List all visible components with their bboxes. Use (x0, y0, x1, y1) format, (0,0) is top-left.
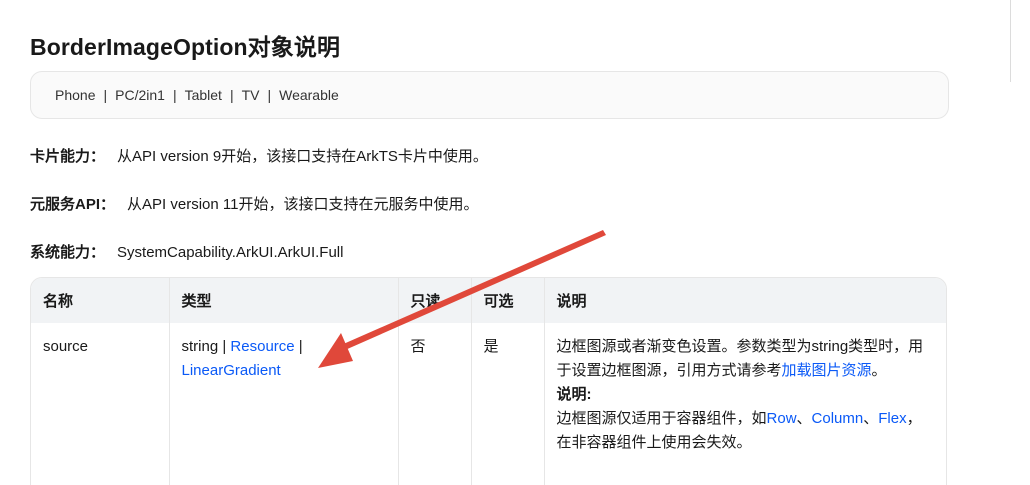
type-separator: | (294, 338, 303, 355)
cell-name: source (31, 323, 170, 485)
note-separator: 、 (796, 410, 812, 427)
type-string: string | (181, 338, 231, 355)
system-capability-text: SystemCapability.ArkUI.ArkUI.Full (117, 244, 344, 261)
device-separator: | (103, 87, 108, 103)
system-capability-label: 系统能力： (30, 244, 106, 261)
column-link[interactable]: Column (812, 410, 864, 427)
header-readonly: 只读 (398, 278, 472, 323)
table-header-row: 名称 类型 只读 可选 说明 (31, 278, 946, 323)
device-separator: | (267, 87, 272, 103)
load-image-resource-link[interactable]: 加载图片资源 (782, 362, 872, 379)
atomic-service-line: 元服务API： 从API version 11开始，该接口支持在元服务中使用。 (30, 193, 478, 214)
device-separator: | (172, 87, 177, 103)
flex-link[interactable]: Flex (878, 410, 906, 427)
device-tablet: Tablet (184, 87, 222, 103)
card-capability-text: 从API version 9开始，该接口支持在ArkTS卡片中使用。 (117, 148, 488, 165)
system-capability-line: 系统能力： SystemCapability.ArkUI.ArkUI.Full (30, 241, 343, 262)
device-separator: | (229, 87, 234, 103)
device-phone: Phone (55, 87, 96, 103)
table-row: source string | Resource | LinearGradient… (31, 323, 946, 485)
header-description: 说明 (544, 278, 946, 323)
cell-description: 边框图源或者渐变色设置。参数类型为string类型时，用于设置边框图源，引用方式… (544, 323, 946, 485)
device-list: Phone | PC/2in1 | Tablet | TV | Wearable (55, 87, 339, 103)
device-tv: TV (241, 87, 260, 103)
options-table: 名称 类型 只读 可选 说明 source string | Resource … (30, 277, 947, 485)
description-end: 。 (871, 362, 887, 379)
device-pc: PC/2in1 (115, 87, 165, 103)
header-type: 类型 (169, 278, 399, 323)
scrollbar-edge (1010, 0, 1011, 82)
card-capability-label: 卡片能力： (30, 148, 106, 165)
device-wearable: Wearable (279, 87, 339, 103)
atomic-service-text: 从API version 11开始，该接口支持在元服务中使用。 (127, 196, 479, 213)
cell-readonly: 否 (398, 323, 472, 485)
cell-optional: 是 (471, 323, 545, 485)
page-title: BorderImageOption对象说明 (30, 34, 341, 60)
header-name: 名称 (31, 278, 170, 323)
atomic-service-label: 元服务API： (30, 196, 116, 213)
cell-type: string | Resource | LinearGradient (169, 323, 399, 485)
linear-gradient-link[interactable]: LinearGradient (182, 362, 281, 379)
note-separator: 、 (863, 410, 879, 427)
device-support-box: Phone | PC/2in1 | Tablet | TV | Wearable (30, 71, 949, 119)
card-capability-line: 卡片能力： 从API version 9开始，该接口支持在ArkTS卡片中使用。 (30, 145, 488, 166)
row-link[interactable]: Row (767, 410, 797, 427)
resource-link[interactable]: Resource (230, 338, 294, 355)
header-optional: 可选 (471, 278, 545, 323)
note-title: 说明: (556, 386, 592, 403)
note-text: 边框图源仅适用于容器组件，如 (556, 410, 767, 427)
